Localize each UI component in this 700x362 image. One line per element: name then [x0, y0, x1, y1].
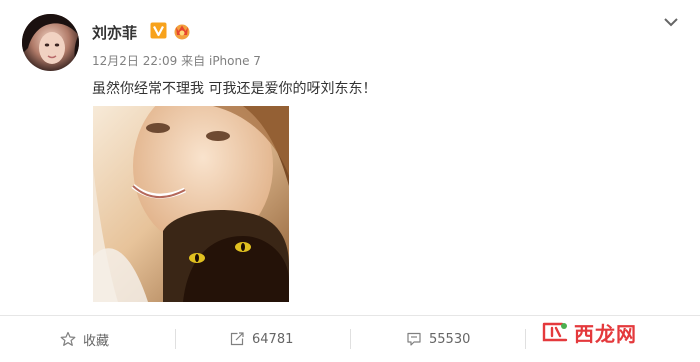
divider — [350, 329, 351, 349]
watermark-logo-icon — [540, 320, 570, 344]
post-text: 虽然你经常不理我 可我还是爱你的呀刘东东！ — [92, 81, 377, 97]
source-prefix: 来自 — [181, 54, 206, 68]
timestamp-link[interactable]: 12月2日 22:09 — [92, 54, 177, 68]
site-watermark: 西龙网 — [540, 318, 637, 346]
repost-icon — [229, 331, 245, 347]
divider — [525, 329, 526, 349]
avatar[interactable] — [22, 14, 79, 71]
member-crown-icon[interactable] — [172, 22, 192, 40]
favorite-button[interactable]: 收藏 — [60, 316, 109, 362]
more-options-chevron-down-icon[interactable] — [660, 14, 682, 30]
watermark-text: 西龙网 — [574, 321, 637, 346]
divider — [175, 329, 176, 349]
weibo-post-card: 刘亦菲 12月2日 22:09 来自 iPhone 7 虽然你经常不理我 可我还… — [0, 0, 700, 361]
comment-button[interactable]: 55530 — [406, 316, 470, 362]
repost-count: 64781 — [252, 331, 294, 347]
post-meta: 12月2日 22:09 来自 iPhone 7 — [92, 52, 261, 69]
repost-button[interactable]: 64781 — [229, 316, 293, 362]
comment-count: 55530 — [429, 331, 471, 347]
username-link[interactable]: 刘亦菲 — [92, 22, 137, 43]
star-icon — [60, 331, 76, 347]
source-device-link[interactable]: iPhone 7 — [209, 54, 261, 68]
post-photo[interactable] — [93, 106, 289, 302]
favorite-label: 收藏 — [83, 333, 110, 349]
verified-v-badge-icon — [150, 22, 167, 39]
comment-icon — [406, 331, 422, 347]
